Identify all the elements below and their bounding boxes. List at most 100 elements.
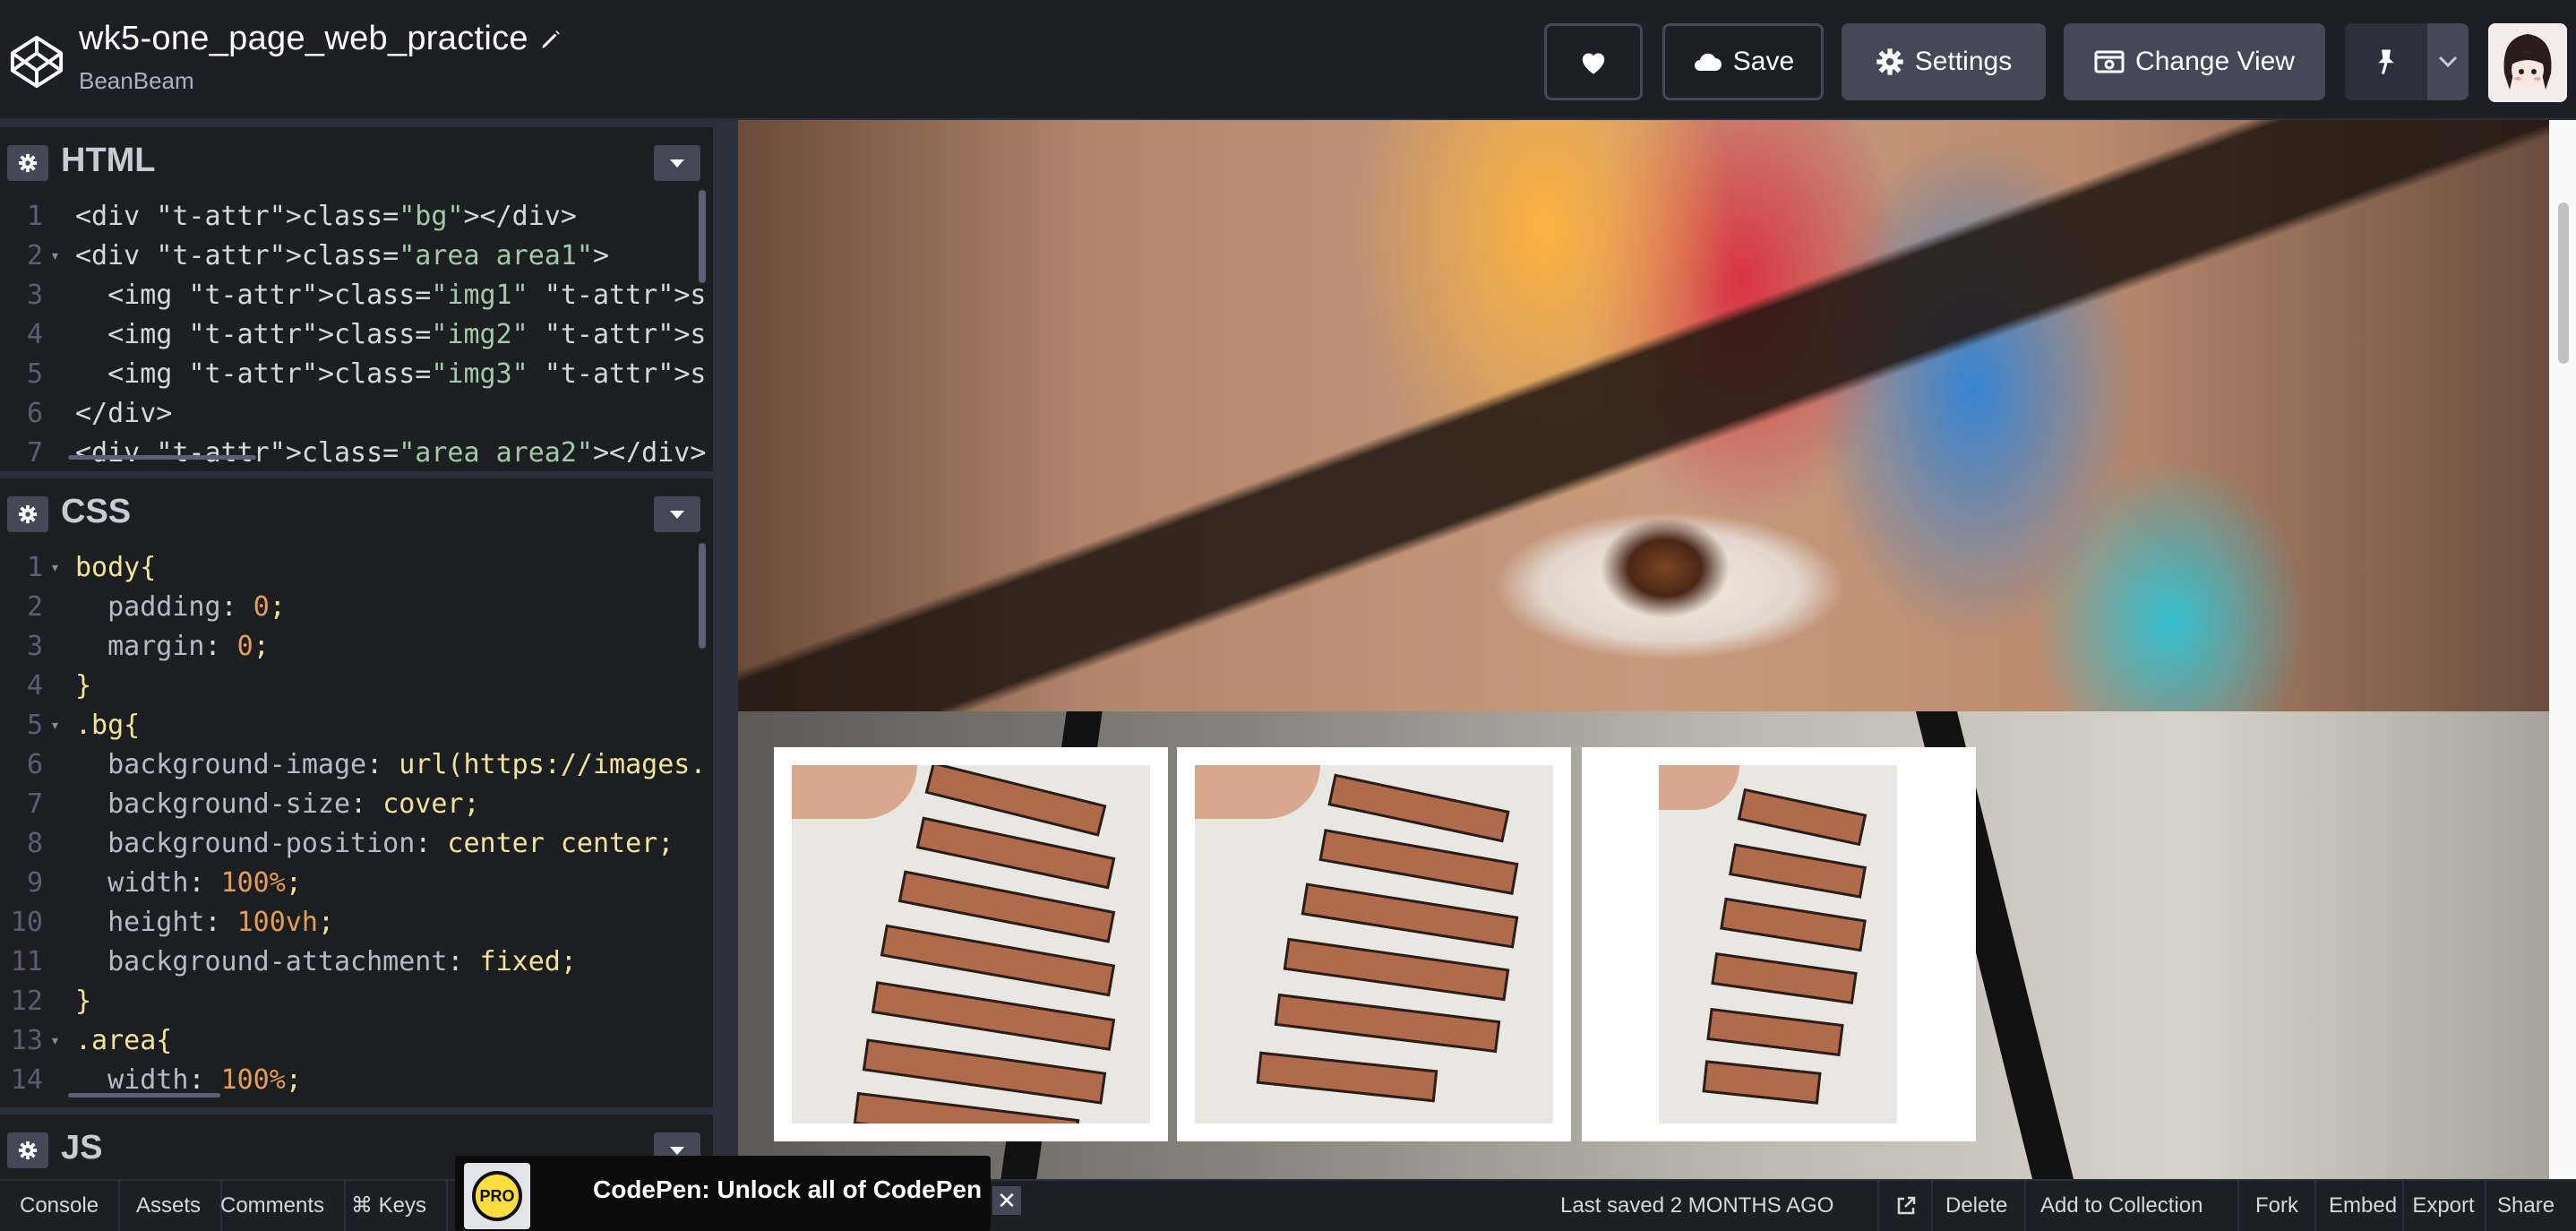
console-button[interactable]: Console — [0, 1181, 121, 1231]
pin-icon — [2378, 49, 2394, 74]
code-text: <img "t-attr">class="img2" "t-attr">src=… — [75, 319, 708, 350]
pro-upsell-text[interactable]: CodePen: Unlock all of CodePen — [593, 1175, 982, 1204]
line-number: 3 — [26, 631, 43, 662]
line-number: 10 — [10, 907, 43, 938]
code-line[interactable]: 5 <img "t-attr">class="img3" "t-attr">sr… — [0, 355, 708, 394]
fork-button[interactable]: Fork — [2255, 1181, 2298, 1231]
code-line[interactable]: 8 background-position: center center; — [0, 824, 708, 864]
delete-button[interactable]: Delete — [1945, 1181, 2007, 1231]
codepen-logo-icon[interactable] — [9, 34, 64, 90]
line-number: 11 — [10, 946, 43, 977]
code-text: </div> — [75, 398, 173, 429]
code-line[interactable]: 4 <img "t-attr">class="img2" "t-attr">sr… — [0, 315, 708, 355]
html-editor-title: HTML — [61, 142, 156, 179]
pin-menu — [2345, 23, 2469, 100]
change-view-label: Change View — [2135, 47, 2295, 76]
heart-icon — [1582, 53, 1605, 74]
pen-author[interactable]: BeanBeam — [79, 67, 562, 95]
code-line[interactable]: 2 ▾ <div "t-attr">class="area area1"> — [0, 237, 708, 276]
line-number: 13 — [10, 1025, 43, 1056]
css-editor-header: CSS — [0, 471, 713, 539]
html-vertical-scrollbar[interactable] — [699, 190, 706, 283]
css-vertical-scrollbar[interactable] — [699, 543, 706, 649]
embed-button[interactable]: Embed — [2329, 1181, 2397, 1231]
line-number: 2 — [26, 240, 43, 271]
keys-button[interactable]: ⌘ Keys — [331, 1181, 449, 1231]
html-collapse-button[interactable] — [654, 145, 700, 181]
code-line[interactable]: 1 ▾ body{ — [0, 548, 708, 588]
preview-card-2 — [1177, 747, 1571, 1141]
save-button[interactable]: Save — [1662, 23, 1824, 100]
line-number: 1 — [26, 552, 43, 583]
preview-scrollbar-thumb[interactable] — [2558, 202, 2569, 364]
add-to-collection-button[interactable]: Add to Collection — [2040, 1181, 2202, 1231]
fold-arrow-icon[interactable]: ▾ — [50, 237, 60, 276]
code-text: background-position: center center; — [107, 828, 674, 859]
chevron-down-icon — [670, 159, 684, 168]
html-horizontal-scrollbar[interactable] — [68, 455, 256, 460]
css-settings-button[interactable] — [7, 496, 48, 532]
share-button[interactable]: Share — [2497, 1181, 2555, 1231]
editor-resize-handle[interactable] — [713, 120, 738, 1179]
js-settings-button[interactable] — [7, 1132, 48, 1168]
code-line[interactable]: 12} — [0, 982, 708, 1021]
line-number: 5 — [26, 710, 43, 741]
fold-arrow-icon[interactable]: ▾ — [50, 1021, 60, 1061]
code-line[interactable]: 6 </div> — [0, 394, 708, 434]
code-line[interactable]: 10 height: 100vh; — [0, 903, 708, 943]
pen-title[interactable]: wk5-one_page_web_practice — [79, 20, 528, 58]
code-line[interactable]: 5 ▾ .bg{ — [0, 706, 708, 745]
code-text: } — [75, 986, 92, 1017]
chevron-down-icon — [670, 511, 684, 519]
settings-label: Settings — [1914, 47, 2013, 76]
preview-panel[interactable] — [738, 120, 2576, 1179]
code-line[interactable]: 1 <div "t-attr">class="bg"></div> — [0, 197, 708, 237]
js-editor-title: JS — [61, 1129, 103, 1166]
user-avatar[interactable] — [2488, 23, 2567, 102]
code-line[interactable]: 9 width: 100%; — [0, 864, 708, 903]
pencil-icon[interactable] — [539, 28, 562, 51]
line-number: 9 — [26, 867, 43, 899]
pro-badge: PRO — [464, 1163, 530, 1229]
code-line[interactable]: 3 <img "t-attr">class="img1" "t-attr">sr… — [0, 276, 708, 315]
fold-arrow-icon[interactable]: ▾ — [50, 548, 60, 588]
code-text: .bg{ — [75, 710, 141, 741]
html-settings-button[interactable] — [7, 145, 48, 181]
external-link-icon[interactable] — [1895, 1195, 1917, 1217]
love-button[interactable] — [1544, 23, 1643, 100]
avatar-illustration-icon — [2488, 23, 2567, 102]
line-number: 14 — [10, 1064, 43, 1096]
change-view-button[interactable]: Change View — [2064, 23, 2325, 100]
code-line[interactable]: 4} — [0, 667, 708, 706]
code-text: width: 100%; — [107, 867, 302, 899]
settings-button[interactable]: Settings — [1842, 23, 2046, 100]
close-icon[interactable]: ✕ — [992, 1186, 1021, 1215]
film-photo-2 — [1195, 765, 1553, 1123]
line-number: 6 — [26, 749, 43, 780]
code-text: body{ — [75, 552, 157, 583]
gear-icon — [18, 1141, 38, 1160]
code-line[interactable]: 2 padding: 0; — [0, 588, 708, 627]
html-code-area[interactable]: 1 <div "t-attr">class="bg"></div> 2 ▾ <div "… — [0, 192, 708, 462]
code-line[interactable]: 7 background-size: cover; — [0, 785, 708, 824]
line-number: 1 — [26, 201, 43, 232]
editor-column: HTML 1 <div "t-attr">class="bg"></div> 2 ▾ <… — [0, 120, 713, 1179]
css-horizontal-scrollbar[interactable] — [68, 1093, 220, 1098]
css-code-area[interactable]: 1 ▾ body{2 padding: 0; 3 margin: 0; 4} 5 ▾ .bg{… — [0, 543, 708, 1113]
line-number: 7 — [26, 437, 43, 462]
fold-arrow-icon[interactable]: ▾ — [50, 706, 60, 745]
css-collapse-button[interactable] — [654, 496, 700, 532]
code-line[interactable]: 6 background-image: url(https://images.p — [0, 745, 708, 785]
code-line[interactable]: 11 background-attachment: fixed; — [0, 943, 708, 982]
code-line[interactable]: 3 margin: 0; — [0, 627, 708, 667]
code-line[interactable]: 13 ▾ .area{ — [0, 1021, 708, 1061]
comments-button[interactable]: Comments — [201, 1181, 347, 1231]
export-button[interactable]: Export — [2402, 1181, 2485, 1231]
gear-icon — [18, 504, 38, 524]
pin-dropdown-button[interactable] — [2427, 23, 2469, 100]
pin-button[interactable] — [2345, 23, 2427, 100]
code-text: <div "t-attr">class="area area1"> — [75, 240, 610, 271]
cloud-icon — [1694, 53, 1722, 71]
gear-icon — [1876, 48, 1903, 75]
line-number: 4 — [26, 670, 43, 702]
